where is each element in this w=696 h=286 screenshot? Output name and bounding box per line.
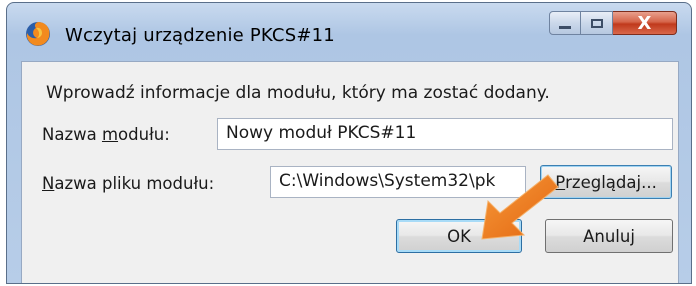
module-name-label: Nazwa modułu: bbox=[42, 125, 170, 144]
close-button[interactable]: X bbox=[613, 11, 677, 35]
title-bar[interactable]: Wczytaj urządzenie PKCS#11 X bbox=[7, 3, 691, 63]
window-title: Wczytaj urządzenie PKCS#11 bbox=[65, 25, 335, 46]
caption-buttons: X bbox=[549, 11, 677, 37]
module-name-input[interactable]: Nowy moduł PKCS#11 bbox=[217, 118, 673, 150]
maximize-button[interactable] bbox=[581, 11, 613, 35]
cancel-button[interactable]: Anuluj bbox=[545, 219, 673, 253]
minimize-button[interactable] bbox=[549, 11, 581, 35]
dialog-prompt: Wprowadź informacje dla modułu, który ma… bbox=[46, 83, 550, 103]
dialog-content: Wprowadź informacje dla modułu, który ma… bbox=[21, 61, 679, 283]
maximize-icon bbox=[590, 18, 603, 28]
close-icon: X bbox=[637, 12, 652, 34]
module-file-label: Nazwa pliku modułu: bbox=[42, 174, 215, 193]
firefox-icon bbox=[26, 22, 50, 46]
minimize-icon bbox=[559, 25, 571, 29]
dialog-window: Wczytaj urządzenie PKCS#11 X Wprowadź in… bbox=[6, 2, 692, 284]
orange-arrow-icon bbox=[481, 174, 559, 240]
